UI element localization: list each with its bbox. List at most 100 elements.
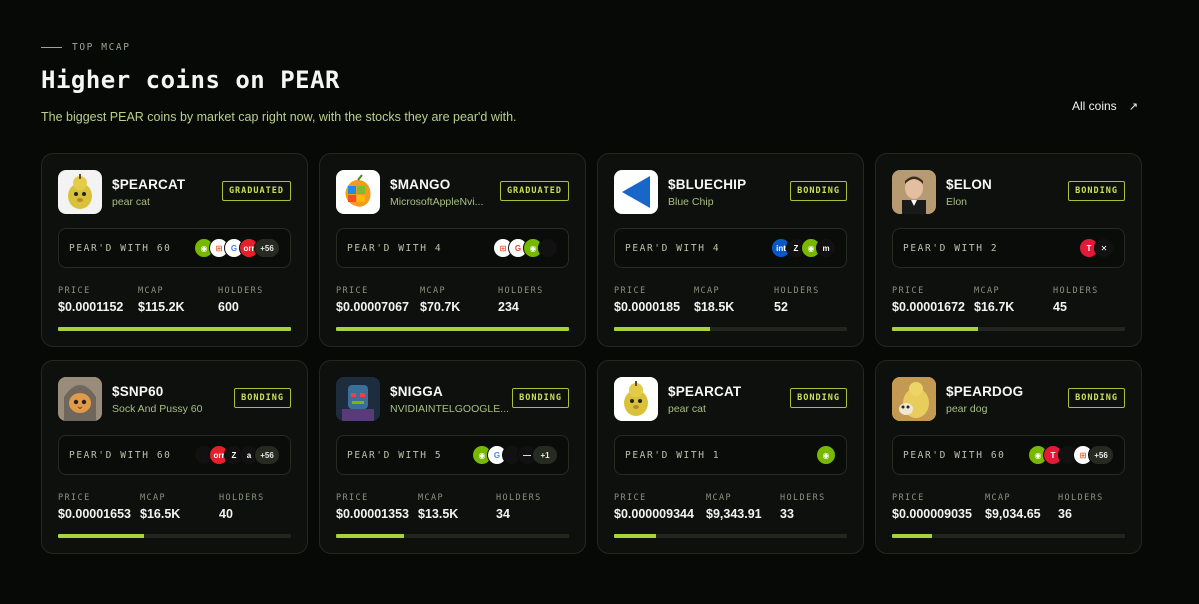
coin-names: $PEARDOG pear dog	[946, 377, 1068, 415]
coin-ticker: $NIGGA	[390, 384, 443, 399]
holders-stat: HOLDERS 36	[1058, 493, 1104, 521]
stock-logos: int Z ◉ m	[771, 238, 836, 258]
bonding-progress-fill	[614, 534, 656, 538]
bonding-progress-bar	[892, 327, 1125, 331]
stock-logos: ◉	[816, 445, 836, 465]
price-label: PRICE	[58, 286, 91, 296]
stock-logos: orr Za +56	[194, 445, 280, 465]
coin-stats: PRICE $0.000009035 MCAP $9,034.65 HOLDER…	[892, 493, 1125, 521]
coin-stats: PRICE $0.00001672 MCAP $16.7K HOLDERS 45	[892, 286, 1125, 314]
stock-logos: ◉ G — +1	[472, 445, 558, 465]
bonding-progress-bar	[336, 534, 569, 538]
coin-name: NVIDIAINTELGOOGLE...	[390, 403, 510, 415]
page-subtitle: The biggest PEAR coins by market cap rig…	[41, 110, 517, 124]
pear-box: PEAR'D WITH 2 T ✕	[892, 228, 1125, 268]
status-badge: GRADUATED	[499, 181, 569, 201]
coin-names: $ELON Elon	[946, 170, 1068, 208]
holders-stat: HOLDERS 40	[219, 493, 265, 521]
mcap-label: MCAP	[420, 286, 447, 296]
price-stat: PRICE $0.00001353	[336, 493, 418, 521]
cat-hoodie-avatar	[58, 377, 102, 421]
price-label: PRICE	[614, 493, 647, 503]
coin-card-8[interactable]: $PEARDOG pear dog BONDING PEAR'D WITH 60…	[875, 360, 1142, 554]
holders-label: HOLDERS	[1058, 493, 1104, 503]
coin-card-7[interactable]: $PEARCAT pear cat BONDING PEAR'D WITH 1 …	[597, 360, 864, 554]
holders-label: HOLDERS	[780, 493, 826, 503]
mcap-value: $16.7K	[974, 300, 1015, 314]
card-header: $SNP60 Sock And Pussy 60 BONDING	[58, 377, 291, 421]
pear-box: PEAR'D WITH 4 ⊞ G ◉	[336, 228, 569, 268]
bonding-progress-fill	[336, 534, 404, 538]
pear-label: PEAR'D WITH 4	[625, 242, 721, 254]
mcap-stat: MCAP $115.2K	[138, 286, 218, 314]
coin-names: $NIGGA NVIDIAINTELGOOGLE...	[390, 377, 512, 415]
coin-stats: PRICE $0.0001152 MCAP $115.2K HOLDERS 60…	[58, 286, 291, 314]
bonding-progress-bar	[58, 534, 291, 538]
price-stat: PRICE $0.00001672	[892, 286, 974, 314]
card-header: $PEARCAT pear cat BONDING	[614, 377, 847, 421]
more-stocks-count: +56	[254, 445, 280, 465]
mcap-value: $13.5K	[418, 507, 459, 521]
coin-name: pear cat	[668, 403, 706, 415]
coin-card-4[interactable]: $ELON Elon BONDING PEAR'D WITH 2 T ✕ PRIC…	[875, 153, 1142, 347]
status-badge: BONDING	[1068, 181, 1125, 201]
coin-card-5[interactable]: $SNP60 Sock And Pussy 60 BONDING PEAR'D …	[41, 360, 308, 554]
mcap-label: MCAP	[974, 286, 1001, 296]
arrow-up-right-icon: ↗	[1128, 100, 1138, 113]
coin-card-1[interactable]: $PEARCAT pear cat GRADUATED PEAR'D WITH …	[41, 153, 308, 347]
card-header: $PEARCAT pear cat GRADUATED	[58, 170, 291, 214]
price-stat: PRICE $0.0000185	[614, 286, 694, 314]
price-value: $0.0000185	[614, 300, 681, 314]
stock-logos: ◉ ⊞ Gorr +56	[194, 238, 280, 258]
price-label: PRICE	[614, 286, 647, 296]
coin-card-6[interactable]: $NIGGA NVIDIAINTELGOOGLE... BONDING PEAR…	[319, 360, 586, 554]
holders-stat: HOLDERS 34	[496, 493, 542, 521]
coin-ticker: $PEARDOG	[946, 384, 1024, 399]
coin-name: pear cat	[112, 196, 150, 208]
apple-logo	[538, 238, 558, 258]
mcap-stat: MCAP $16.5K	[140, 493, 219, 521]
coin-card-3[interactable]: $BLUECHIP Blue Chip BONDING PEAR'D WITH …	[597, 153, 864, 347]
pear-dog-avatar	[892, 377, 936, 421]
bonding-progress-bar	[614, 534, 847, 538]
coin-names: $SNP60 Sock And Pussy 60	[112, 377, 234, 415]
pear-box: PEAR'D WITH 4 int Z ◉ m	[614, 228, 847, 268]
bonding-progress-fill	[892, 327, 979, 331]
coin-ticker: $BLUECHIP	[668, 177, 747, 192]
holders-label: HOLDERS	[219, 493, 265, 503]
holders-label: HOLDERS	[1053, 286, 1099, 296]
pear-label: PEAR'D WITH 4	[347, 242, 443, 254]
price-value: $0.0001152	[58, 300, 124, 314]
holders-label: HOLDERS	[496, 493, 542, 503]
mcap-stat: MCAP $16.7K	[974, 286, 1053, 314]
coin-card-2[interactable]: $MANGO MicrosoftAppleNvi... GRADUATED PE…	[319, 153, 586, 347]
mcap-value: $16.5K	[140, 507, 181, 521]
coin-ticker: $ELON	[946, 177, 993, 192]
holders-label: HOLDERS	[774, 286, 820, 296]
coin-ticker: $PEARCAT	[668, 384, 742, 399]
holders-value: 36	[1058, 507, 1072, 521]
pear-box: PEAR'D WITH 5 ◉ G — +1	[336, 435, 569, 475]
coin-name: Blue Chip	[668, 196, 714, 208]
coin-name: MicrosoftAppleNvi...	[390, 196, 484, 208]
coin-ticker: $PEARCAT	[112, 177, 186, 192]
holders-label: HOLDERS	[218, 286, 264, 296]
coin-names: $BLUECHIP Blue Chip	[668, 170, 790, 208]
more-stocks-count: +56	[254, 238, 280, 258]
pear-label: PEAR'D WITH 60	[903, 449, 1006, 461]
holders-stat: HOLDERS 45	[1053, 286, 1099, 314]
section-tag-label: TOP MCAP	[72, 42, 131, 53]
price-stat: PRICE $0.0001152	[58, 286, 138, 314]
all-coins-label: All coins	[1072, 99, 1117, 113]
bonding-progress-fill	[58, 534, 145, 538]
holders-label: HOLDERS	[498, 286, 544, 296]
price-value: $0.000009344	[614, 507, 694, 521]
holders-stat: HOLDERS 234	[498, 286, 544, 314]
bonding-progress-bar	[58, 327, 291, 331]
mcap-label: MCAP	[985, 493, 1012, 503]
price-stat: PRICE $0.000009344	[614, 493, 706, 521]
mcap-value: $9,034.65	[985, 507, 1041, 521]
holders-value: 33	[780, 507, 794, 521]
all-coins-link[interactable]: All coins ↗	[1072, 99, 1138, 113]
pear-label: PEAR'D WITH 60	[69, 242, 172, 254]
